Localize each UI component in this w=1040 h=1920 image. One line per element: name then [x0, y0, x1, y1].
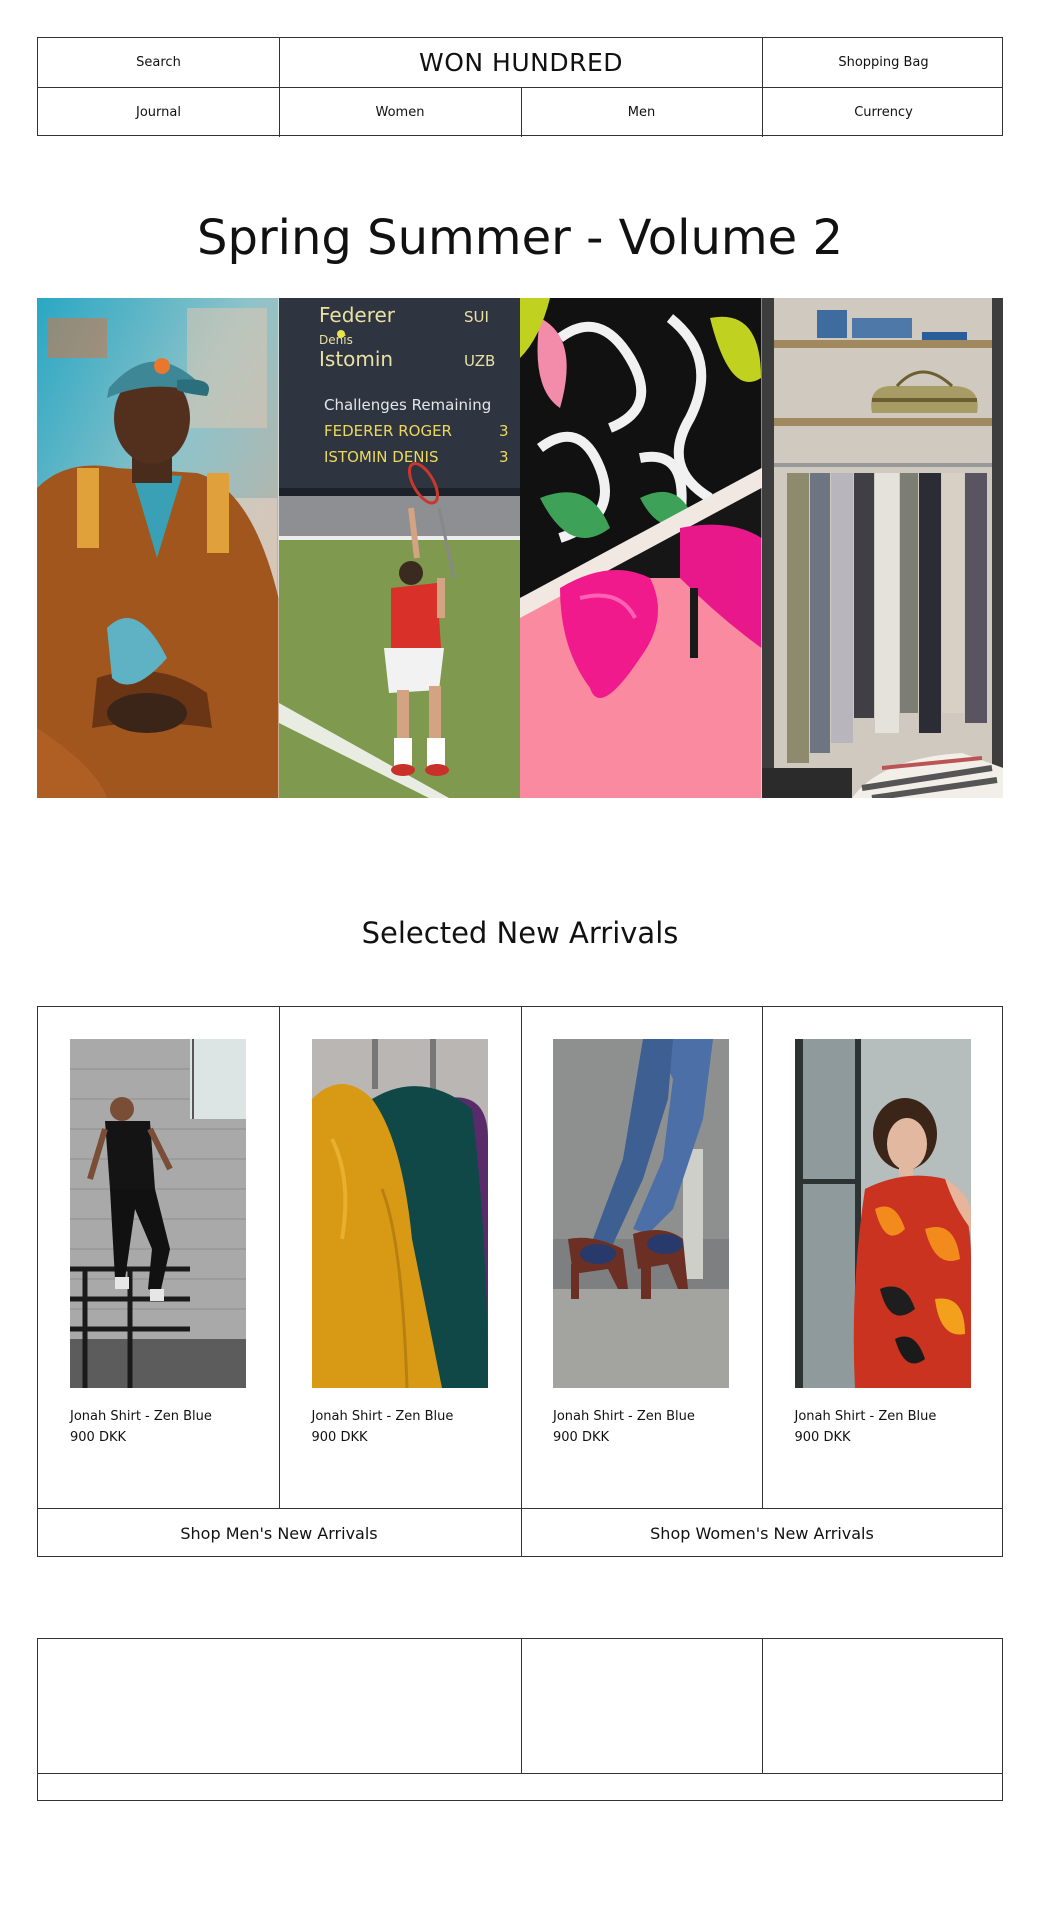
product-image[interactable]	[311, 1039, 488, 1388]
shop-men-arrivals-button[interactable]: Shop Men's New Arrivals	[38, 1509, 520, 1557]
new-arrivals-grid: Jonah Shirt - Zen Blue 900 DKK Jonah Shi…	[37, 1006, 1003, 1557]
product-price: 900 DKK	[311, 1430, 368, 1445]
product-name[interactable]: Jonah Shirt - Zen Blue	[795, 1409, 937, 1424]
shop-women-arrivals-button[interactable]: Shop Women's New Arrivals	[521, 1509, 1003, 1557]
scoreboard-challenges: Challenges Remaining	[324, 396, 491, 414]
site-header: Search WON HUNDRED Shopping Bag Journal …	[37, 37, 1004, 137]
scoreboard-row1: FEDERER ROGER	[324, 422, 452, 440]
nav-currency[interactable]: Currency	[763, 88, 1004, 137]
nav-women[interactable]: Women	[280, 88, 520, 137]
nav-journal[interactable]: Journal	[38, 88, 279, 137]
product-price: 900 DKK	[70, 1430, 127, 1445]
footer-grid	[37, 1638, 1003, 1801]
product-image[interactable]	[553, 1039, 729, 1388]
nav-men[interactable]: Men	[521, 88, 762, 137]
product-card[interactable]: Jonah Shirt - Zen Blue 900 DKK	[280, 1007, 522, 1508]
product-card[interactable]: Jonah Shirt - Zen Blue 900 DKK	[763, 1007, 1005, 1508]
product-image[interactable]	[794, 1039, 971, 1388]
product-name[interactable]: Jonah Shirt - Zen Blue	[312, 1409, 454, 1424]
scoreboard-row1-value: 3	[499, 422, 509, 440]
scoreboard-row2: ISTOMIN DENIS	[324, 448, 438, 466]
brand-logo[interactable]: WON HUNDRED	[280, 38, 762, 87]
product-name[interactable]: Jonah Shirt - Zen Blue	[70, 1409, 212, 1424]
clothing-rack-photo[interactable]	[761, 298, 1003, 798]
hero-title: Spring Summer - Volume 2	[197, 210, 843, 266]
scoreboard-firstname2: Denis	[319, 333, 353, 347]
scoreboard-row2-value: 3	[499, 448, 509, 466]
hero-gallery: Federer SUI Denis Istomin UZB Challenges…	[37, 298, 1003, 798]
product-image[interactable]	[70, 1039, 246, 1388]
section-title: Selected New Arrivals	[361, 916, 679, 950]
tennis-photo[interactable]: Federer SUI Denis Istomin UZB Challenges…	[278, 298, 520, 798]
scoreboard-country2: UZB	[464, 352, 495, 370]
product-name[interactable]: Jonah Shirt - Zen Blue	[553, 1409, 695, 1424]
man-cap-photo[interactable]	[37, 298, 279, 798]
scoreboard-country1: SUI	[464, 308, 489, 326]
scoreboard-player1: Federer	[319, 303, 396, 327]
product-price: 900 DKK	[794, 1430, 851, 1445]
product-price: 900 DKK	[553, 1430, 610, 1445]
product-card[interactable]: Jonah Shirt - Zen Blue 900 DKK	[38, 1007, 280, 1508]
pink-heels-photo[interactable]	[520, 298, 762, 798]
scoreboard-player2: Istomin	[319, 347, 393, 371]
search-link[interactable]: Search	[38, 38, 279, 87]
product-card[interactable]: Jonah Shirt - Zen Blue 900 DKK	[521, 1007, 763, 1508]
shopping-bag-link[interactable]: Shopping Bag	[763, 38, 1004, 87]
